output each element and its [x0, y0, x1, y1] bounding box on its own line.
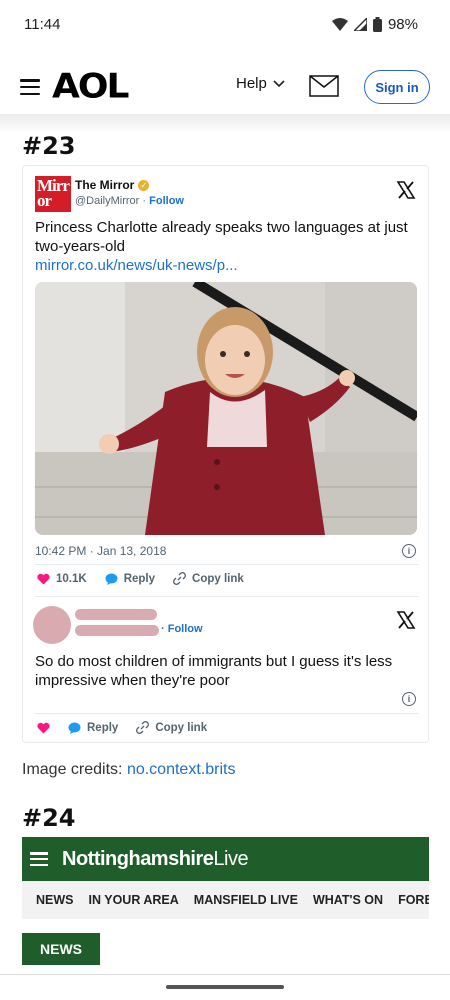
embedded-tweet: Mirr or The Mirror ✓ @DailyMirror · Follo… [22, 165, 429, 743]
reply-button[interactable]: Reply [68, 722, 118, 734]
reply-tweet-header: · Follow [33, 606, 418, 646]
site-logo[interactable]: NottinghamshireLive [62, 847, 249, 871]
redacted-handle [75, 625, 159, 636]
tweet-photo[interactable] [35, 282, 417, 535]
status-time: 11:44 [24, 15, 61, 33]
copy-link-label: Copy link [192, 572, 244, 585]
reply-bubble-icon [105, 573, 118, 585]
signal-icon [353, 17, 367, 31]
news-button[interactable]: NEWS [22, 933, 100, 965]
site-header: AOL Help Sign in [0, 60, 450, 114]
nottinghamshire-live-header: NottinghamshireLive [22, 837, 429, 881]
verified-badge-icon: ✓ [138, 179, 150, 191]
nav-item[interactable]: MANSFIELD LIVE [194, 893, 298, 907]
divider [35, 596, 418, 597]
status-icons: 98% [331, 15, 418, 33]
heart-icon [37, 573, 50, 584]
site-name-light: Live [213, 847, 249, 870]
reply-button[interactable]: Reply [105, 573, 155, 585]
tweet-handle[interactable]: @DailyMirror [75, 195, 139, 207]
link-icon [173, 572, 186, 585]
mirror-avatar[interactable]: Mirr or [35, 176, 71, 212]
help-label: Help [236, 75, 267, 92]
copy-link-button[interactable]: Copy link [136, 721, 207, 734]
battery-icon [372, 16, 382, 32]
follow-link[interactable]: · Follow [161, 623, 203, 635]
divider [35, 564, 418, 565]
reply-tweet-text: So do most children of immigrants but I … [35, 653, 393, 689]
nav-item[interactable]: NEWS [36, 893, 74, 907]
nav-item[interactable]: IN YOUR AREA [89, 893, 179, 907]
reply-actions: Reply Copy link [37, 721, 207, 734]
x-logo-icon[interactable] [396, 180, 416, 200]
like-button[interactable]: 10.1K [37, 573, 87, 585]
follow-link[interactable]: Follow [149, 195, 184, 207]
menu-icon[interactable] [30, 852, 48, 866]
divider [35, 713, 418, 714]
tweet-text: Princess Charlotte already speaks two la… [35, 218, 415, 275]
item-number-heading: #23 [22, 132, 76, 160]
reply-label: Reply [123, 572, 156, 585]
tweet-header: Mirr or The Mirror ✓ @DailyMirror · Follo… [35, 174, 418, 214]
like-button[interactable] [37, 722, 50, 734]
menu-icon[interactable] [20, 79, 40, 95]
tweet-timestamp[interactable]: 10:42 PM · Jan 13, 2018 [35, 544, 166, 558]
item-number-heading: #24 [22, 804, 76, 832]
site-name-bold: Nottinghamshire [62, 847, 214, 870]
credits-link[interactable]: no.context.brits [127, 761, 236, 778]
tweet-author-name: The Mirror [75, 178, 135, 192]
reply-label: Reply [87, 721, 119, 734]
home-gesture-bar[interactable] [166, 985, 284, 989]
sign-in-button[interactable]: Sign in [364, 70, 430, 104]
info-icon[interactable]: i [402, 692, 416, 706]
tweet-link[interactable]: mirror.co.uk/news/uk-news/p... [35, 256, 415, 275]
redacted-avatar[interactable] [33, 606, 71, 644]
nav-bar-divider [0, 974, 450, 975]
like-count: 10.1K [56, 572, 87, 585]
x-logo-icon[interactable] [396, 610, 416, 630]
copy-link-label: Copy link [155, 721, 208, 734]
status-bar: 11:44 98% [0, 0, 450, 48]
tweet-handle-line: @DailyMirror · Follow [75, 195, 184, 207]
heart-icon [37, 722, 50, 733]
tweet-author[interactable]: The Mirror ✓ [75, 178, 150, 192]
nav-item[interactable]: FORES [398, 893, 429, 907]
chevron-down-icon [273, 79, 285, 87]
header-shadow [0, 114, 450, 134]
battery-level: 98% [387, 15, 418, 33]
child-photo-illustration [35, 282, 417, 535]
copy-link-button[interactable]: Copy link [173, 572, 244, 585]
help-dropdown[interactable]: Help [236, 75, 285, 92]
aol-logo[interactable]: AOL [52, 69, 129, 104]
link-icon [136, 721, 150, 734]
credits-label: Image credits: [22, 761, 123, 778]
info-icon[interactable]: i [402, 544, 416, 558]
mail-icon[interactable] [309, 75, 339, 97]
tweet-body: Princess Charlotte already speaks two la… [35, 219, 408, 255]
section-nav: NEWS IN YOUR AREA MANSFIELD LIVE WHAT'S … [22, 881, 429, 919]
reply-bubble-icon [68, 722, 81, 734]
redacted-name [75, 609, 157, 620]
nav-item[interactable]: WHAT'S ON [313, 893, 383, 907]
wifi-icon [331, 17, 348, 31]
image-credits: Image credits: no.context.brits [22, 761, 235, 779]
tweet-actions: 10.1K Reply Copy link [37, 572, 244, 585]
